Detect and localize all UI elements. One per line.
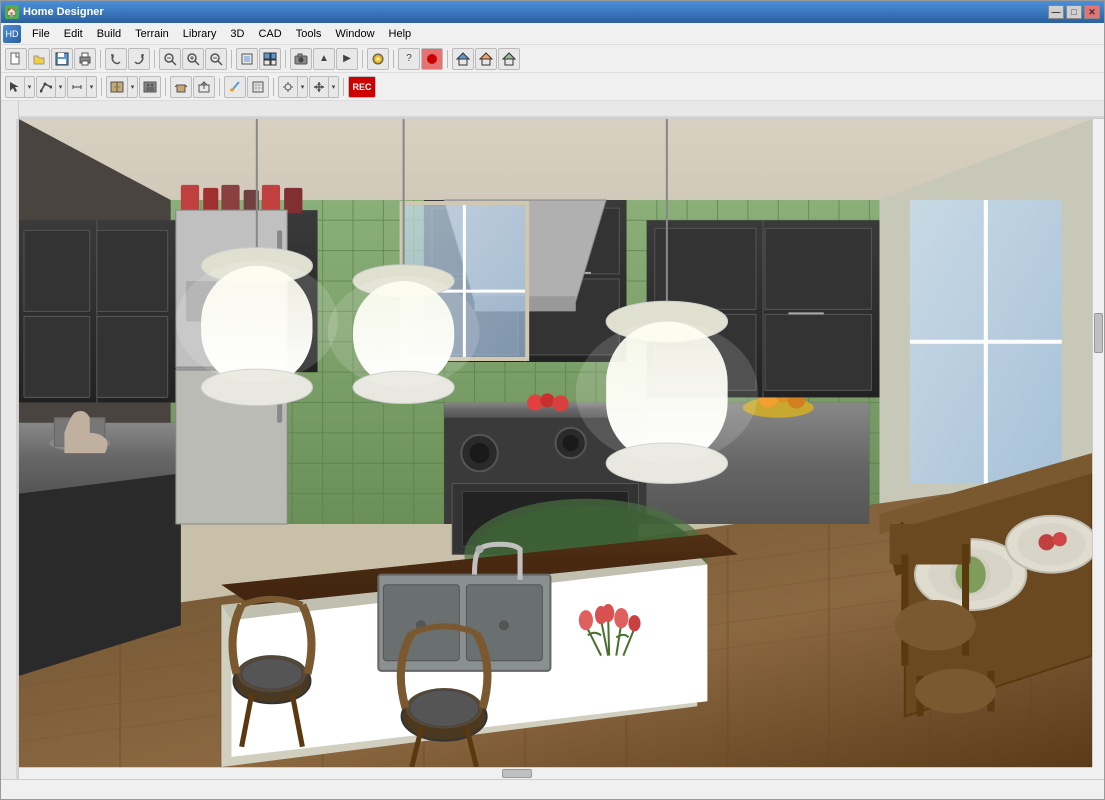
menu-help[interactable]: Help xyxy=(382,26,419,42)
scrollbar-thumb-vertical[interactable] xyxy=(1094,313,1103,353)
open-button[interactable] xyxy=(28,48,50,70)
polyline-tool-group: ▾ xyxy=(36,76,66,98)
redo-button[interactable] xyxy=(128,48,150,70)
house2-button[interactable] xyxy=(475,48,497,70)
sep5 xyxy=(362,50,363,68)
sep7 xyxy=(447,50,448,68)
minimize-button[interactable]: — xyxy=(1048,5,1064,19)
title-bar: 🏠 Home Designer — □ ✕ xyxy=(1,1,1104,23)
status-bar xyxy=(1,779,1104,799)
sep9 xyxy=(165,78,166,96)
house3-button[interactable] xyxy=(498,48,520,70)
appliance-button[interactable] xyxy=(139,76,161,98)
toolbar-secondary: ▾ ▾ ▾ ▾ xyxy=(1,73,1104,101)
canvas-area[interactable] xyxy=(19,119,1092,767)
transform-main-button[interactable] xyxy=(278,76,298,98)
undo-button[interactable] xyxy=(105,48,127,70)
zoom-in-button[interactable] xyxy=(182,48,204,70)
paint-button[interactable] xyxy=(224,76,246,98)
move-dropdown-button[interactable]: ▾ xyxy=(329,76,339,98)
menu-3d[interactable]: 3D xyxy=(223,26,251,42)
horizontal-scrollbar[interactable] xyxy=(19,767,1092,779)
record-button[interactable] xyxy=(421,48,443,70)
window-title: Home Designer xyxy=(23,6,1048,18)
fit-page-button[interactable] xyxy=(236,48,258,70)
arrow-up-button[interactable]: ▲ xyxy=(313,48,335,70)
menu-terrain[interactable]: Terrain xyxy=(128,26,176,42)
texture-button[interactable] xyxy=(247,76,269,98)
app-icon: 🏠 xyxy=(5,5,19,19)
dimension-main-button[interactable] xyxy=(67,76,87,98)
sep4 xyxy=(285,50,286,68)
top-ruler xyxy=(19,101,1104,119)
sep6 xyxy=(393,50,394,68)
toolbar-primary: ▲ ▶ ? xyxy=(1,45,1104,73)
menu-file[interactable]: File xyxy=(25,26,57,42)
sep10 xyxy=(219,78,220,96)
window-controls: — □ ✕ xyxy=(1048,5,1100,19)
house1-button[interactable] xyxy=(452,48,474,70)
sep12 xyxy=(343,78,344,96)
scroll-corner xyxy=(1092,767,1104,779)
sep1 xyxy=(100,50,101,68)
menu-window[interactable]: Window xyxy=(328,26,381,42)
dimension-dropdown-button[interactable]: ▾ xyxy=(87,76,97,98)
menu-edit[interactable]: Edit xyxy=(57,26,90,42)
camera-button[interactable] xyxy=(290,48,312,70)
select-tool-group: ▾ xyxy=(5,76,35,98)
help-button[interactable]: ? xyxy=(398,48,420,70)
cabinet-dropdown-button[interactable]: ▾ xyxy=(128,76,138,98)
transform-tool-group: ▾ xyxy=(278,76,308,98)
content-area xyxy=(1,101,1104,779)
polyline-main-button[interactable] xyxy=(36,76,56,98)
print-button[interactable] xyxy=(74,48,96,70)
sep11 xyxy=(273,78,274,96)
select-dropdown-button[interactable]: ▾ xyxy=(25,76,35,98)
arrow-right-button[interactable]: ▶ xyxy=(336,48,358,70)
select-main-button[interactable] xyxy=(5,76,25,98)
sep2 xyxy=(154,50,155,68)
view-toggle-button[interactable] xyxy=(259,48,281,70)
sep8 xyxy=(101,78,102,96)
materials-button[interactable] xyxy=(367,48,389,70)
main-window: 🏠 Home Designer — □ ✕ HD File Edit Build… xyxy=(0,0,1105,800)
menu-icon: HD xyxy=(3,25,21,43)
left-ruler xyxy=(1,101,19,779)
menu-bar: HD File Edit Build Terrain Library 3D CA… xyxy=(1,23,1104,45)
main-viewport xyxy=(19,101,1104,779)
transform-dropdown-button[interactable]: ▾ xyxy=(298,76,308,98)
cabinet-tool-group: ▾ xyxy=(106,76,138,98)
sep3 xyxy=(231,50,232,68)
place-object-button[interactable] xyxy=(170,76,192,98)
save-button[interactable] xyxy=(51,48,73,70)
move-tool-group: ▾ xyxy=(309,76,339,98)
zoom-out-button[interactable] xyxy=(205,48,227,70)
maximize-button[interactable]: □ xyxy=(1066,5,1082,19)
zoom-glass-button[interactable] xyxy=(159,48,181,70)
vertical-scrollbar[interactable] xyxy=(1092,119,1104,767)
new-button[interactable] xyxy=(5,48,27,70)
move-main-button[interactable] xyxy=(309,76,329,98)
export-button[interactable] xyxy=(193,76,215,98)
cabinet-main-button[interactable] xyxy=(106,76,128,98)
menu-library[interactable]: Library xyxy=(176,26,224,42)
scrollbar-thumb-horizontal[interactable] xyxy=(502,769,532,778)
menu-build[interactable]: Build xyxy=(90,26,128,42)
polyline-dropdown-button[interactable]: ▾ xyxy=(56,76,66,98)
menu-cad[interactable]: CAD xyxy=(251,26,288,42)
dimension-tool-group: ▾ xyxy=(67,76,97,98)
close-button[interactable]: ✕ xyxy=(1084,5,1100,19)
rec-button[interactable]: REC xyxy=(348,76,376,98)
menu-tools[interactable]: Tools xyxy=(289,26,329,42)
